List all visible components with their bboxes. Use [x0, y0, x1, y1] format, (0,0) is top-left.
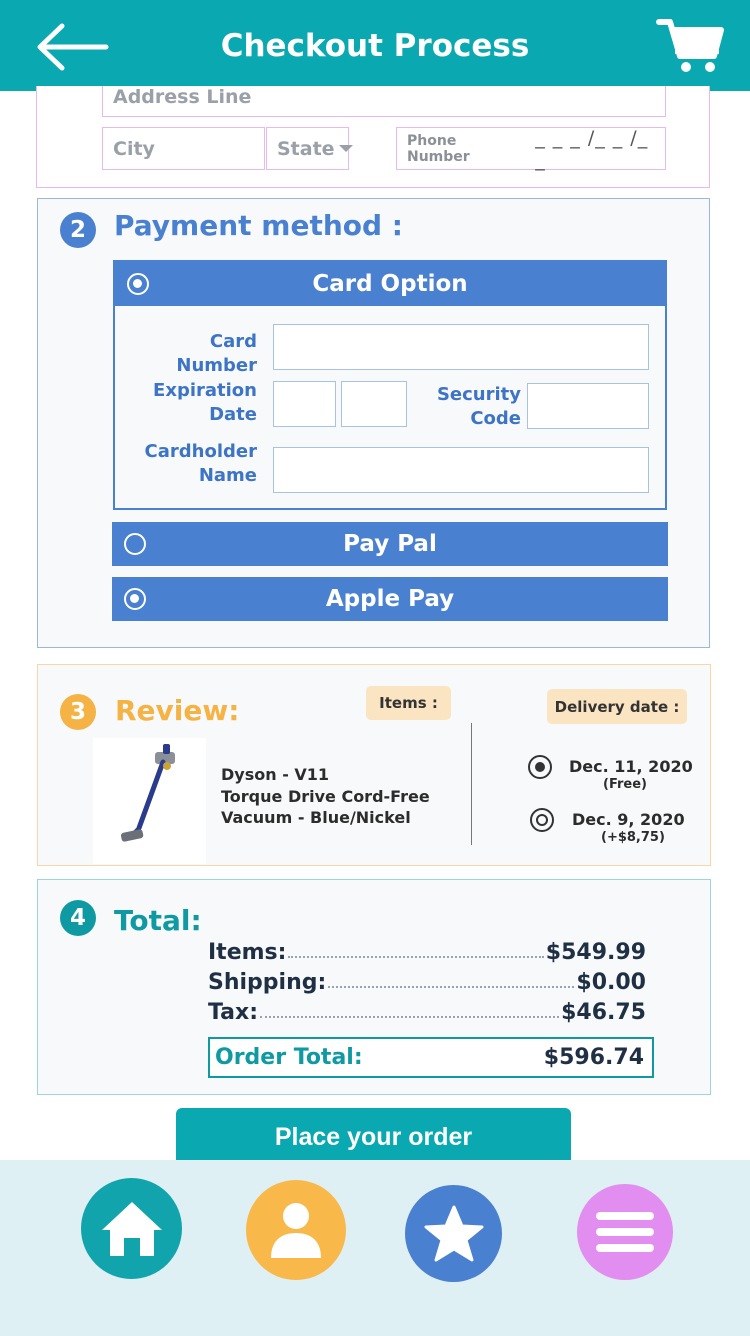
step-badge-2: 2	[60, 212, 96, 248]
nav-menu-button[interactable]	[577, 1184, 673, 1280]
card-number-input[interactable]	[273, 324, 649, 370]
delivery-option-1-date: Dec. 11, 2020	[569, 757, 693, 776]
vacuum-icon	[120, 744, 175, 842]
applepay-label: Apple Pay	[325, 586, 455, 612]
shipping-label: Shipping:	[208, 970, 327, 995]
expiration-month-input[interactable]	[273, 381, 336, 427]
state-select[interactable]: State	[266, 127, 353, 170]
payment-title: Payment method :	[114, 209, 403, 242]
card-option-label: Card Option	[312, 271, 468, 297]
page-title: Checkout Process	[220, 28, 530, 64]
items-dots	[288, 956, 544, 958]
product-name: Dyson - V11 Torque Drive Cord-Free Vacuu…	[221, 765, 430, 827]
total-title: Total:	[114, 904, 202, 937]
tax-label: Tax:	[208, 1000, 259, 1025]
expiration-year-input[interactable]	[341, 381, 407, 427]
app-header: Checkout Process	[0, 0, 750, 91]
security-code-input[interactable]	[527, 383, 649, 429]
cardholder-name-input[interactable]	[273, 447, 649, 493]
paypal-option[interactable]: Pay Pal	[112, 522, 668, 566]
cart-button[interactable]	[656, 16, 724, 76]
shopping-cart-icon	[656, 19, 724, 72]
chevron-down-icon	[338, 145, 353, 152]
nav-home-button[interactable]	[81, 1178, 182, 1279]
items-value: $549.99	[545, 940, 646, 965]
cardholder-name-label: Cardholder Name	[144, 441, 257, 486]
shipping-dots	[328, 986, 575, 988]
card-number-label: Card Number	[176, 331, 257, 376]
paypal-radio[interactable]	[124, 533, 146, 555]
phone-mask: _ _ _ /_ _ /_ _	[535, 126, 649, 171]
address-line-placeholder: Address Line	[113, 86, 252, 108]
city-input[interactable]: City	[102, 127, 265, 170]
tax-value: $46.75	[561, 1000, 646, 1025]
phone-number-input[interactable]: Phone Number _ _ _ /_ _ /_ _	[396, 126, 666, 171]
city-placeholder: City	[113, 137, 155, 160]
card-option-header[interactable]: Card Option	[115, 262, 665, 306]
user-icon	[271, 1203, 321, 1258]
delivery-date-pill: Delivery date :	[547, 689, 687, 724]
items-label: Items:	[208, 940, 287, 965]
delivery-option-1-radio[interactable]	[528, 755, 552, 779]
items-pill: Items :	[366, 686, 451, 720]
items-row: Items: $549.99	[208, 935, 646, 965]
card-option-radio[interactable]	[127, 273, 149, 295]
step-badge-3: 3	[60, 694, 96, 730]
shipping-value: $0.00	[576, 970, 646, 995]
delivery-option-2-note: (+$8,75)	[601, 830, 665, 845]
step-badge-4: 4	[60, 900, 96, 936]
paypal-label: Pay Pal	[343, 531, 437, 557]
expiration-label: Expiration Date	[153, 380, 257, 425]
star-icon	[424, 1205, 483, 1261]
bottom-navigation	[0, 1160, 750, 1336]
phone-label: Phone Number	[407, 132, 470, 165]
review-divider	[471, 723, 472, 845]
tax-row: Tax: $46.75	[208, 995, 646, 1025]
state-placeholder: State	[277, 137, 335, 160]
security-code-label: Security Code	[436, 384, 521, 429]
order-total-box: Order Total: $596.74	[208, 1037, 654, 1078]
order-total-value: $596.74	[543, 1045, 644, 1070]
product-image	[93, 738, 206, 864]
delivery-option-1-note: (Free)	[603, 777, 647, 792]
card-option-panel: Card Option Card Number Expiration Date …	[113, 260, 667, 510]
nav-favorites-button[interactable]	[405, 1185, 502, 1282]
shipping-row: Shipping: $0.00	[208, 965, 646, 995]
tax-dots	[260, 1016, 560, 1018]
nav-profile-button[interactable]	[246, 1180, 346, 1280]
delivery-option-2-date: Dec. 9, 2020	[572, 810, 685, 829]
applepay-option[interactable]: Apple Pay	[112, 577, 668, 621]
delivery-option-2-radio[interactable]	[530, 808, 554, 832]
home-icon	[101, 1201, 162, 1256]
order-total-label: Order Total:	[215, 1045, 363, 1070]
review-title: Review:	[115, 694, 240, 727]
place-order-button[interactable]: Place your order	[176, 1108, 571, 1164]
menu-icon	[596, 1212, 654, 1252]
address-line-input[interactable]: Address Line	[102, 86, 666, 117]
applepay-radio[interactable]	[124, 588, 146, 610]
